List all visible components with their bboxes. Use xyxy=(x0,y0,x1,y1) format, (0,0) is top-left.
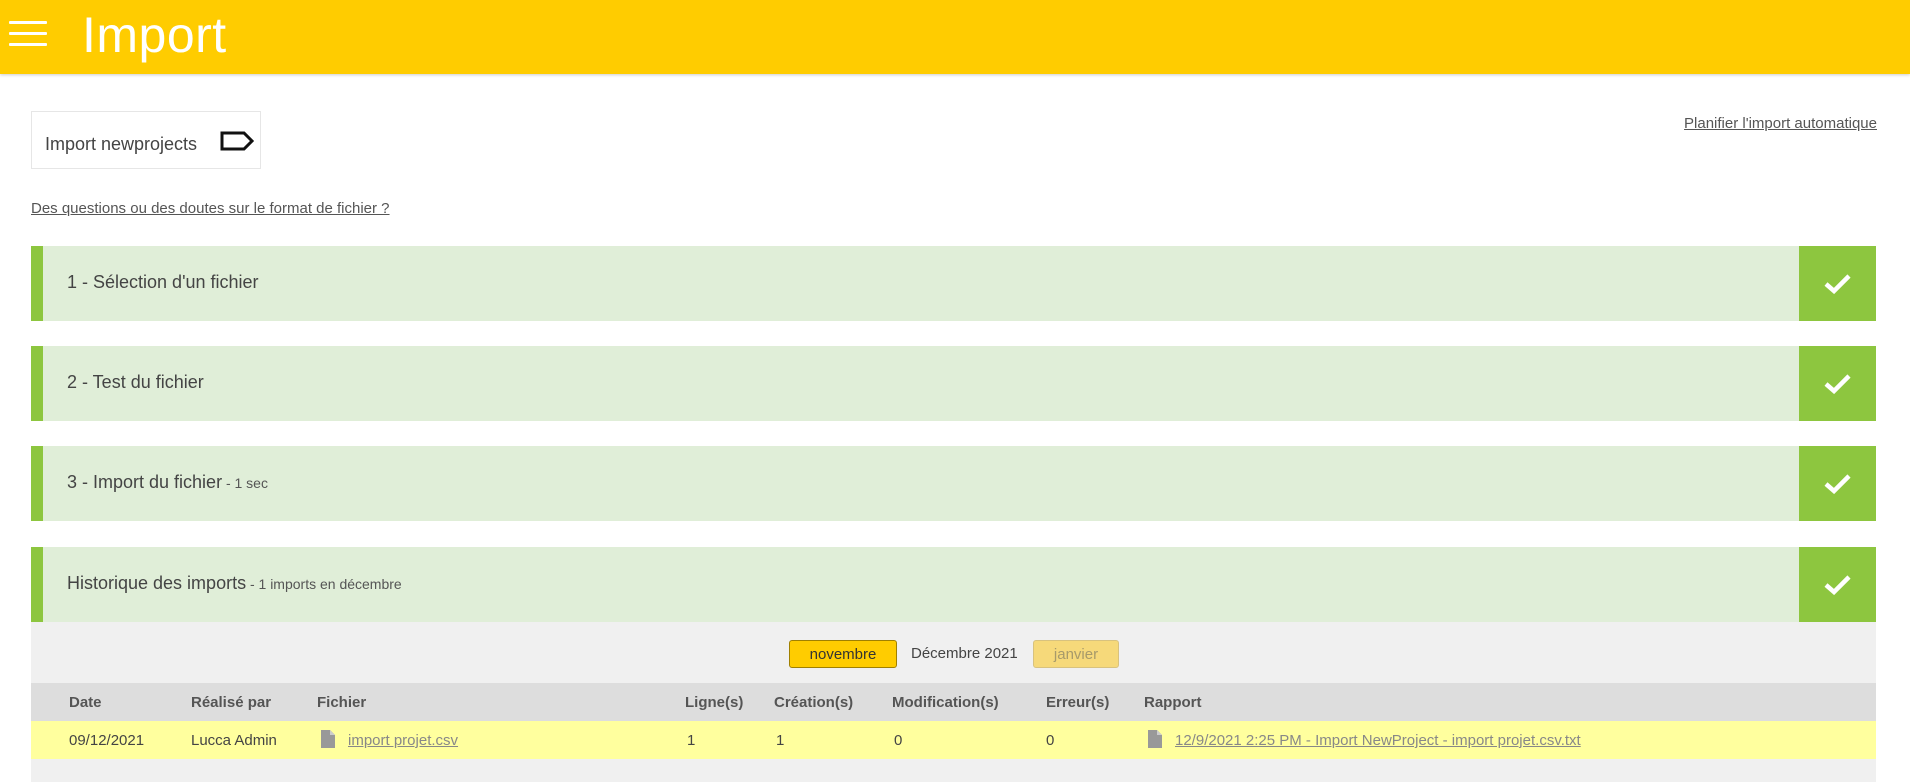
check-icon xyxy=(1824,575,1851,595)
file-format-help-link[interactable]: Des questions ou des doutes sur le forma… xyxy=(31,200,390,217)
import-history-panel: novembre Décembre 2021 janvier Date Réal… xyxy=(31,622,1876,782)
step-title: Historique des imports - 1 imports en dé… xyxy=(67,573,402,593)
column-header-by: Réalisé par xyxy=(191,694,272,711)
column-header-date: Date xyxy=(69,694,102,711)
page-title: Import xyxy=(82,7,227,63)
import-type-button[interactable]: Import newprojects xyxy=(31,111,261,169)
top-bar: Import xyxy=(0,0,1910,74)
row-file-link[interactable]: import projet.csv xyxy=(348,732,458,749)
column-header-file: Fichier xyxy=(317,694,367,711)
step-file-test[interactable]: 2 - Test du fichier xyxy=(31,346,1876,421)
import-type-label: Import newprojects xyxy=(45,134,198,154)
document-icon xyxy=(321,730,335,748)
column-header-lines: Ligne(s) xyxy=(685,694,744,711)
step-title: 3 - Import du fichier - 1 sec xyxy=(67,472,268,492)
next-month-button: janvier xyxy=(1033,640,1119,668)
check-icon xyxy=(1824,474,1851,494)
check-icon xyxy=(1824,374,1851,394)
step-status xyxy=(1799,446,1876,521)
previous-month-button[interactable]: novembre xyxy=(789,640,897,668)
step-title: 1 - Sélection d'un fichier xyxy=(67,272,259,292)
row-lines: 1 xyxy=(687,732,696,749)
table-row: 09/12/2021 Lucca Admin import projet.csv… xyxy=(31,721,1876,759)
auto-import-link[interactable]: Planifier l'import automatique xyxy=(1684,115,1877,132)
row-created: 1 xyxy=(776,732,785,749)
step-status xyxy=(1799,346,1876,421)
column-header-report: Rapport xyxy=(1144,694,1202,711)
step-import-history[interactable]: Historique des imports - 1 imports en dé… xyxy=(31,547,1876,622)
history-table-header: Date Réalisé par Fichier Ligne(s) Créati… xyxy=(31,683,1876,721)
step-title: 2 - Test du fichier xyxy=(67,372,204,392)
step-file-import[interactable]: 3 - Import du fichier - 1 sec xyxy=(31,446,1876,521)
step-status xyxy=(1799,547,1876,622)
row-errors: 0 xyxy=(1046,732,1055,749)
tag-icon xyxy=(220,131,254,151)
row-date: 09/12/2021 xyxy=(69,732,145,749)
row-modified: 0 xyxy=(894,732,903,749)
check-icon xyxy=(1824,274,1851,294)
step-status xyxy=(1799,246,1876,321)
column-header-errors: Erreur(s) xyxy=(1046,694,1110,711)
column-header-created: Création(s) xyxy=(774,694,854,711)
row-by: Lucca Admin xyxy=(191,732,277,749)
step-file-selection[interactable]: 1 - Sélection d'un fichier xyxy=(31,246,1876,321)
month-navigation: novembre Décembre 2021 janvier xyxy=(31,640,1876,670)
document-icon xyxy=(1148,730,1162,748)
column-header-modified: Modification(s) xyxy=(892,694,999,711)
current-month: Décembre 2021 xyxy=(911,645,1018,662)
row-report-link[interactable]: 12/9/2021 2:25 PM - Import NewProject - … xyxy=(1175,732,1581,749)
menu-icon[interactable] xyxy=(9,21,47,47)
